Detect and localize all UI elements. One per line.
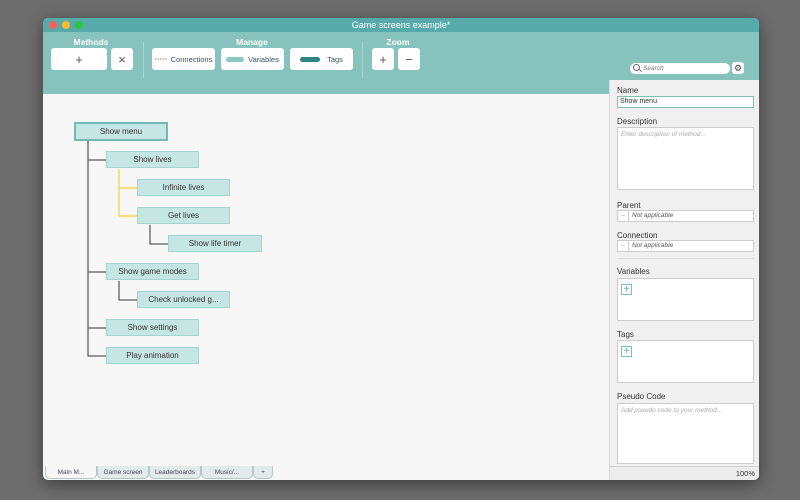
parent-toggle: –	[618, 211, 629, 221]
tree-node-play-animation[interactable]: Play animation	[106, 347, 199, 364]
plus-icon: +	[75, 51, 83, 67]
description-label: Description	[617, 117, 658, 126]
tree-node-show-game-modes[interactable]: Show game modes	[106, 263, 199, 280]
methods-label: Methods	[73, 37, 109, 47]
tags-label: Tags	[327, 54, 343, 64]
tab-leaderboards[interactable]: Leaderboards	[149, 466, 201, 479]
connection-value: Not applicable	[632, 242, 674, 249]
close-icon: ×	[118, 51, 126, 67]
connection-label: Connection	[617, 231, 658, 240]
parent-label: Parent	[617, 201, 641, 210]
variables-button[interactable]: Variables	[221, 48, 284, 70]
connection-toggle: –	[618, 241, 629, 251]
variables-label: Variables	[248, 54, 279, 64]
zoom-in-button[interactable]: +	[372, 48, 394, 70]
connector-line	[118, 281, 137, 301]
variables-box: +	[617, 278, 754, 321]
tree-node-show-life-timer[interactable]: Show life timer	[168, 235, 262, 252]
status-strip: 100%	[609, 466, 759, 480]
search-input[interactable]	[643, 64, 725, 73]
tree-node-show-lives[interactable]: Show lives	[106, 151, 199, 168]
search-field[interactable]	[630, 63, 730, 74]
tree-connectors	[87, 141, 168, 357]
delete-method-button[interactable]: ×	[111, 48, 133, 70]
minus-icon: −	[405, 51, 413, 67]
tab-music[interactable]: Music/...	[201, 466, 253, 479]
tree-node-infinite-lives[interactable]: Infinite lives	[137, 179, 230, 196]
manage-label: Manage	[236, 37, 268, 47]
connector-line	[87, 141, 106, 357]
name-label: Name	[617, 86, 639, 95]
zoom-out-button[interactable]: −	[398, 48, 420, 70]
parent-value: Not applicable	[632, 212, 674, 219]
connections-label: Connections	[170, 54, 213, 64]
dotted-line-icon	[154, 58, 167, 60]
tab-game-screen[interactable]: Game screen	[97, 466, 149, 479]
connector-line	[118, 169, 137, 217]
variables-label: Variables	[617, 267, 650, 276]
tag-swatch-icon	[300, 56, 321, 62]
pseudo-code-label: Pseudo Code	[617, 392, 666, 401]
add-tab-button[interactable]: +	[253, 466, 273, 479]
tree-node-show-menu[interactable]: Show menu	[74, 122, 168, 141]
plus-icon: +	[379, 51, 387, 67]
name-field[interactable]: Show menu	[617, 96, 754, 108]
tree-node-check-unlocked[interactable]: Check unlocked g...	[137, 291, 230, 308]
search-icon	[633, 64, 640, 71]
settings-button[interactable]: ⚙	[732, 62, 744, 74]
toolbar-separator	[143, 42, 144, 78]
gear-icon: ⚙	[733, 63, 743, 73]
panel-divider	[617, 258, 754, 259]
connections-button[interactable]: Connections	[152, 48, 215, 70]
tags-label: Tags	[617, 330, 634, 339]
toolbar-separator	[362, 42, 363, 78]
tree-node-get-lives[interactable]: Get lives	[137, 207, 230, 224]
title-bar: Game screens example*	[43, 18, 759, 32]
parent-field[interactable]: – Not applicable	[617, 210, 754, 222]
tree-node-show-settings[interactable]: Show settings	[106, 319, 199, 336]
tab-main-menu[interactable]: Main M...	[45, 466, 97, 479]
add-variable-button[interactable]: +	[621, 284, 632, 295]
add-tag-button[interactable]: +	[621, 346, 632, 357]
tags-button[interactable]: Tags	[290, 48, 353, 70]
tags-box: +	[617, 340, 754, 383]
window-title: Game screens example*	[351, 20, 451, 30]
variables-swatch-icon	[226, 56, 245, 62]
method-tree-canvas[interactable]: Show menu Show lives Infinite lives Get …	[43, 94, 609, 466]
zoom-label: Zoom	[386, 37, 410, 47]
description-field[interactable]: Enter description of method...	[617, 127, 754, 190]
connector-line	[149, 225, 168, 245]
app-window: Game screens example* Methods + × Manage…	[43, 18, 759, 480]
connection-field[interactable]: – Not applicable	[617, 240, 754, 252]
pseudo-code-field[interactable]: Add pseudo code to your method...	[617, 403, 754, 464]
inspector-panel: Name Show menu Description Enter descrip…	[609, 80, 759, 466]
add-method-button[interactable]: +	[51, 48, 107, 70]
zoom-level: 100%	[735, 469, 755, 478]
screen-tabs: Main M... Game screen Leaderboards Music…	[43, 466, 609, 480]
